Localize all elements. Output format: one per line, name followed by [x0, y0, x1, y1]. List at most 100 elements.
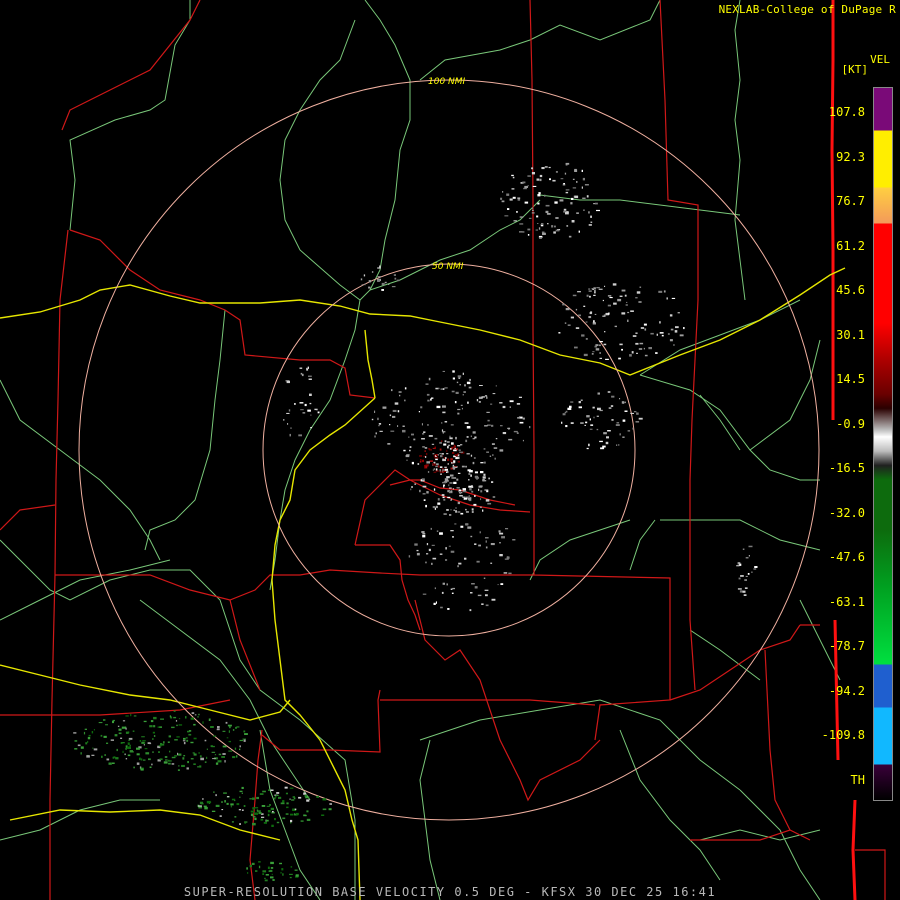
echo-pixel	[588, 316, 592, 319]
echo-pixel	[103, 735, 107, 738]
echo-pixel	[144, 748, 148, 750]
echo-pixel	[519, 223, 524, 225]
echo-pixel	[159, 726, 162, 728]
echo-pixel	[512, 196, 516, 199]
echo-pixel	[305, 796, 310, 799]
echo-pixel	[470, 474, 472, 477]
echo-pixel	[480, 498, 482, 501]
echo-pixel	[127, 746, 131, 749]
echo-pixel	[427, 424, 429, 426]
echo-pixel	[377, 276, 381, 278]
echo-pixel	[459, 451, 463, 453]
echo-pixel	[464, 557, 467, 560]
echo-pixel	[565, 425, 568, 428]
echo-pixel	[223, 792, 227, 794]
echo-pixel	[619, 433, 621, 436]
echo-pixel	[377, 279, 380, 282]
echo-pixel	[621, 348, 623, 351]
echo-pixel	[548, 166, 551, 169]
echo-pixel	[484, 395, 488, 397]
echo-pixel	[753, 568, 757, 570]
echo-pixel	[611, 419, 614, 421]
echo-pixel	[442, 405, 446, 408]
echo-pixel	[106, 742, 109, 744]
echo-pixel	[454, 523, 457, 525]
echo-pixel	[465, 511, 469, 513]
echo-pixel	[276, 792, 280, 794]
echo-pixel	[457, 412, 460, 415]
echo-pixel	[391, 389, 393, 392]
echo-pixel	[554, 225, 556, 228]
echo-pixel	[422, 459, 424, 463]
echo-pixel	[429, 449, 432, 451]
echo-pixel	[273, 797, 276, 800]
echo-pixel	[328, 808, 332, 811]
echo-pixel	[589, 428, 593, 430]
echo-pixel	[451, 592, 454, 594]
echo-pixel	[197, 766, 200, 768]
echo-pixel	[120, 737, 123, 739]
echo-pixel	[129, 744, 131, 747]
echo-pixel	[444, 440, 447, 443]
echo-pixel	[226, 802, 229, 805]
echo-pixel	[243, 805, 246, 807]
echo-pixel	[459, 384, 461, 386]
echo-pixel	[567, 324, 571, 326]
echo-pixel	[435, 601, 437, 604]
echo-pixel	[471, 510, 474, 513]
echo-pixel	[74, 740, 78, 742]
echo-pixel	[149, 743, 152, 745]
echo-pixel	[442, 496, 445, 499]
echo-pixel	[460, 444, 463, 446]
echo-pixel	[458, 449, 461, 451]
echo-pixel	[159, 758, 163, 761]
echo-pixel	[294, 403, 296, 405]
echo-pixel	[178, 718, 181, 720]
echo-pixel	[290, 427, 292, 429]
echo-pixel	[423, 499, 426, 501]
echo-pixel	[211, 751, 216, 753]
echo-pixel	[581, 169, 583, 172]
legend-tick-label: -63.1	[828, 594, 865, 609]
echo-pixel	[516, 403, 521, 405]
echo-pixel	[578, 401, 581, 404]
echo-pixel	[643, 347, 645, 350]
echo-pixel	[627, 311, 630, 314]
echo-pixel	[582, 177, 585, 181]
echo-pixel	[426, 553, 429, 555]
echo-pixel	[602, 299, 604, 302]
legend-tick-label: -0.9	[836, 416, 865, 431]
legend-tick-label: -47.6	[828, 550, 865, 564]
echo-pixel	[635, 332, 638, 334]
echo-pixel	[127, 742, 130, 745]
echo-pixel	[280, 802, 285, 805]
echo-pixel	[288, 409, 291, 412]
echo-pixel	[614, 325, 617, 328]
echo-pixel	[434, 456, 439, 459]
echo-pixel	[165, 759, 168, 761]
echo-pixel	[428, 548, 431, 552]
echo-pixel	[121, 726, 126, 729]
echo-pixel	[419, 461, 422, 463]
legend-tick-label: 107.8	[828, 105, 865, 119]
echo-pixel	[457, 445, 461, 447]
echo-pixel	[381, 282, 385, 286]
echo-pixel	[479, 531, 481, 534]
echo-pixel	[194, 714, 197, 716]
echo-pixel	[457, 472, 461, 474]
echo-pixel	[441, 440, 443, 442]
echo-pixel	[463, 391, 466, 393]
echo-pixel	[584, 184, 589, 186]
echo-pixel	[501, 536, 505, 539]
echo-pixel	[748, 555, 750, 557]
echo-pixel	[572, 187, 577, 189]
echo-pixel	[565, 308, 570, 311]
echo-pixel	[597, 407, 601, 411]
echo-pixel	[413, 438, 416, 441]
echo-pixel	[485, 546, 488, 549]
radar-map[interactable]: 50 NMI 100 NMI	[0, 0, 900, 900]
echo-pixel	[434, 437, 438, 440]
echo-pixel	[529, 426, 531, 429]
echo-pixel	[244, 733, 248, 735]
legend-tick-label: 30.1	[836, 327, 865, 342]
